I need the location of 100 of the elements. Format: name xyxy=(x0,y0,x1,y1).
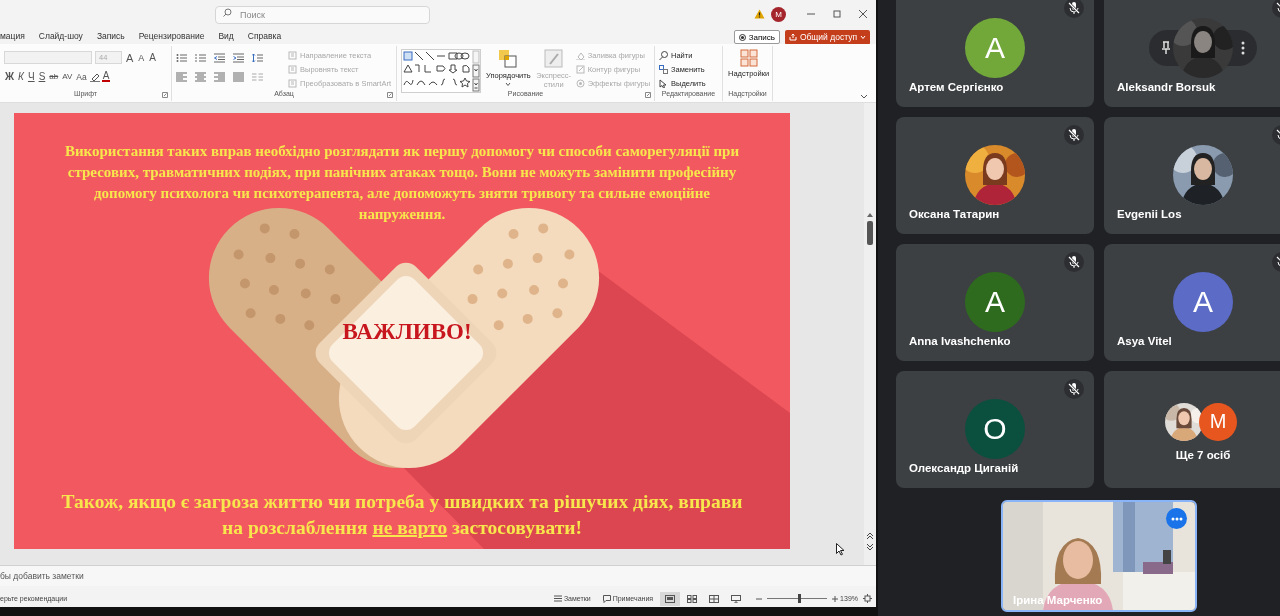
more-participants-label[interactable]: Ще 7 осіб xyxy=(1175,448,1231,461)
highlighter-icon xyxy=(89,71,100,82)
format-button[interactable]: AV xyxy=(61,69,74,84)
increase-indent-icon xyxy=(233,52,245,63)
grid-icon xyxy=(739,49,758,67)
collapse-ribbon-icon[interactable] xyxy=(860,94,868,99)
dialog-launcher-icon[interactable] xyxy=(162,92,168,98)
align-center-icon xyxy=(195,71,207,82)
participant-name: Anna Ivashchenko xyxy=(909,335,1012,349)
effects-icon xyxy=(575,79,585,88)
shapes-gallery[interactable] xyxy=(401,49,481,93)
ribbon-tab[interactable]: Вид xyxy=(218,29,240,43)
pin-icon[interactable] xyxy=(1161,41,1171,55)
zoom-in-icon[interactable] xyxy=(832,595,839,602)
important-heading: ВАЖЛИВО! xyxy=(342,319,472,345)
search-icon xyxy=(223,8,232,17)
more-participants-tile[interactable]: M Ще 7 осіб xyxy=(1104,371,1280,488)
next-slide-icon[interactable] xyxy=(867,543,873,551)
decrease-indent-icon xyxy=(214,52,226,63)
participant-name: Asya Vitel xyxy=(1117,335,1173,349)
participant-tile[interactable]: А Артем Сергієнко xyxy=(896,0,1094,107)
ribbon-tab[interactable]: Рецензирование xyxy=(138,29,211,43)
participant-tile[interactable]: О Олександр Циганій xyxy=(896,371,1094,488)
search-field[interactable]: Поиск xyxy=(215,6,430,24)
caret-icon xyxy=(505,82,512,87)
fill-icon xyxy=(575,51,585,60)
ribbon-tab[interactable]: Слайд-шоу xyxy=(38,29,89,43)
participant-name: Aleksandr Borsuk xyxy=(1117,81,1217,95)
normal-view-icon xyxy=(665,594,676,603)
close-icon xyxy=(858,9,868,19)
bullets-icon xyxy=(176,52,188,63)
intro-paragraph: Використання таких вправ необхідно розглядати як першу допомогу чи способи саморегуляції при стресових, травматичних подіях, при панічних атаках тощо. Вони не можуть замінити професійну допомогу психолога чи психотерапевта, але допоможуть зняти тривогу та сильне емоційне напруження. xyxy=(63,142,741,224)
ribbon-tab[interactable]: Справка xyxy=(247,29,288,43)
scrollbar-thumb[interactable] xyxy=(867,221,873,245)
participant-tile[interactable]: A Anna Ivashchenko xyxy=(896,244,1094,361)
avatar: О xyxy=(965,399,1025,459)
font-size-button[interactable]: A xyxy=(148,50,158,65)
align-right-icon xyxy=(214,71,226,82)
arrange-icon xyxy=(498,49,519,69)
caret-icon xyxy=(860,34,866,40)
format-button[interactable]: Ж xyxy=(4,69,16,84)
format-button[interactable]: Aa xyxy=(75,69,88,84)
normal-view-button[interactable] xyxy=(660,591,681,606)
font-size-button[interactable]: A xyxy=(137,50,146,65)
previous-slide-icon[interactable] xyxy=(867,532,873,540)
format-button[interactable]: Ч xyxy=(26,69,36,84)
participant-name: Артем Сергієнко xyxy=(909,81,1005,95)
text-box-icon xyxy=(288,65,297,74)
replace-icon xyxy=(659,65,668,74)
ribbon-tab[interactable]: мация xyxy=(0,29,31,43)
format-button[interactable]: К xyxy=(17,69,25,84)
format-button[interactable]: S xyxy=(37,69,47,84)
record-button[interactable]: Запись xyxy=(733,30,780,44)
share-button[interactable]: Общий доступ xyxy=(784,29,870,45)
sorter-view-icon xyxy=(687,594,698,603)
warning-paragraph: Також, якщо є загроза життю чи потреба у швидких та рішучих діях, вправи на розслаблення не варто застосовувати! xyxy=(60,490,744,540)
avatar: A xyxy=(965,272,1025,332)
participant-name: Оксана Татарин xyxy=(909,208,1001,222)
format-button[interactable]: ab xyxy=(48,69,60,84)
columns-icon xyxy=(252,71,264,82)
comment-icon xyxy=(602,594,611,603)
participant-name: Evgenii Los xyxy=(1117,208,1183,222)
text-box-icon xyxy=(288,51,297,60)
notes-hint[interactable]: бы добавить заметки xyxy=(0,571,84,581)
avatar: A xyxy=(1173,272,1233,332)
brush-icon xyxy=(543,49,564,69)
avatar: M xyxy=(1199,402,1237,441)
reading-view-icon xyxy=(709,594,720,603)
numbering-icon xyxy=(195,52,207,63)
slideshow-view-icon xyxy=(731,594,742,603)
cursor-icon xyxy=(836,543,845,556)
bullets-button[interactable] xyxy=(176,52,188,63)
avatar: А xyxy=(965,18,1025,78)
search-icon xyxy=(659,51,668,60)
share-icon xyxy=(788,33,797,41)
scroll-up-icon[interactable] xyxy=(867,211,873,219)
line-spacing-button[interactable] xyxy=(252,52,264,63)
dialog-launcher-icon[interactable] xyxy=(387,92,393,98)
participant-tile[interactable]: A Asya Vitel xyxy=(1104,244,1280,361)
participant-tile[interactable]: Оксана Татарин xyxy=(896,117,1094,234)
participant-name: Олександр Циганій xyxy=(909,462,1020,476)
warning-icon xyxy=(754,9,765,19)
highlight-button[interactable] xyxy=(89,71,100,82)
notes-icon xyxy=(553,595,562,602)
ribbon-tab[interactable]: Запись xyxy=(96,29,131,43)
justify-icon xyxy=(233,71,245,82)
decrease-indent-button[interactable] xyxy=(214,52,226,63)
cursor-icon xyxy=(659,79,668,88)
increase-indent-button[interactable] xyxy=(233,52,245,63)
text-box-icon xyxy=(288,79,297,88)
participant-tile[interactable]: Aleksandr Borsuk xyxy=(1104,0,1280,107)
font-name-field[interactable] xyxy=(4,51,92,64)
font-size-button[interactable]: A xyxy=(125,50,135,65)
more-options-icon[interactable] xyxy=(1241,41,1245,55)
record-icon xyxy=(738,33,746,41)
participant-tile[interactable]: Evgenii Los xyxy=(1104,117,1280,234)
fit-to-window-icon[interactable] xyxy=(863,594,872,603)
dialog-launcher-icon[interactable] xyxy=(645,92,651,98)
account-avatar[interactable]: М xyxy=(771,6,786,22)
font-color-button[interactable]: A xyxy=(101,71,111,82)
